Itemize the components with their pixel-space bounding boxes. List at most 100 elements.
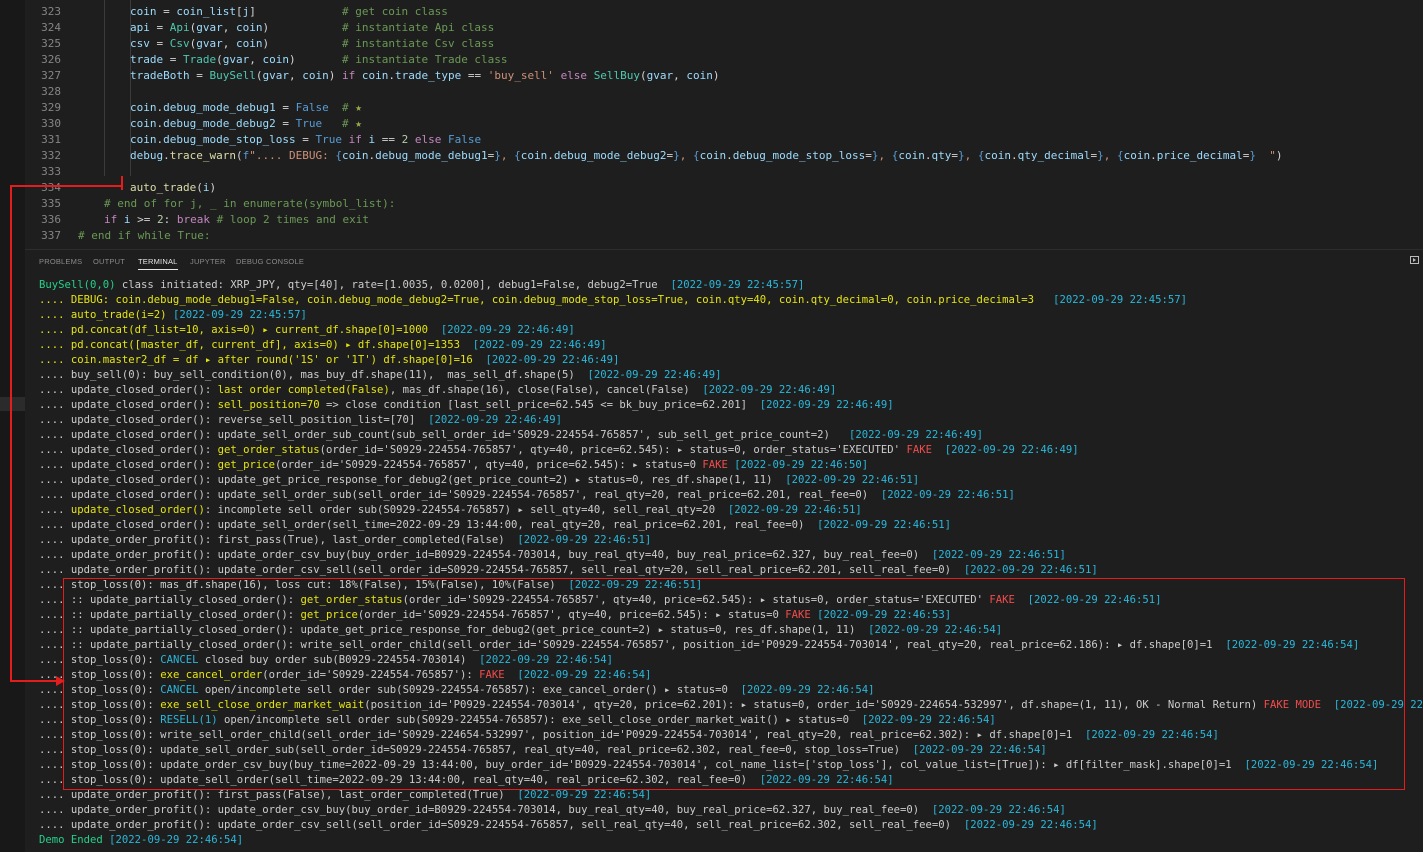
timestamp: [2022-09-29 22:46:49]	[428, 414, 562, 426]
terminal-line: .... :: update_partially_closed_order():…	[39, 593, 1162, 608]
tab-debug-console[interactable]: DEBUG CONSOLE	[236, 257, 304, 266]
annotation-arrow-segment	[10, 185, 123, 187]
terminal-text: class initiated: XRP_JPY, qty=[40], rate…	[121, 279, 671, 291]
terminal-line: .... coin.master2_df = df ▸ after round(…	[39, 353, 619, 368]
line-number: 334	[41, 181, 61, 194]
code-token: 2	[157, 213, 164, 226]
code-text: tradeBoth = BuySell(gvar, coin) if coin.…	[130, 68, 720, 84]
annotation-arrow-segment	[10, 185, 12, 682]
code-token: if	[341, 69, 356, 82]
code-token: coin	[130, 117, 157, 130]
tab-jupyter[interactable]: JUPYTER	[190, 257, 226, 266]
terminal-text: (order_id='S0929-224554-765857'):	[262, 669, 480, 681]
tab-terminal[interactable]: TERMINAL	[138, 257, 178, 270]
timestamp: [2022-09-29 22:46:49]	[587, 369, 722, 381]
timestamp: [2022-09-29 22:46:49]	[472, 339, 607, 351]
code-token: # end if while True:	[78, 229, 211, 242]
line-number: 324	[41, 21, 61, 34]
code-token: }	[957, 149, 965, 162]
terminal-text: RESELL(1)	[160, 714, 218, 726]
terminal-output[interactable]: BuySell(0,0) class initiated: XRP_JPY, q…	[25, 278, 1423, 852]
terminal-text: (position_id='P0929-224554-703014', qty=…	[364, 699, 1264, 711]
code-token: .	[1010, 149, 1018, 162]
terminal-line: .... :: update_partially_closed_order():…	[39, 608, 951, 623]
terminal-text: .... :: update_partially_closed_order():…	[39, 639, 1226, 651]
code-line: 323 coin = coin_list[j] # get coin class	[25, 4, 448, 20]
code-text: coin.debug_mode_debug1 = False # ★	[130, 100, 362, 116]
terminal-text: .... stop_loss(0):	[39, 654, 161, 666]
code-token: coin	[699, 149, 727, 162]
line-number: 329	[41, 101, 61, 114]
arrow-head-icon	[56, 676, 65, 686]
code-token: ,	[1103, 149, 1117, 162]
terminal-line: .... update_closed_order(): reverse_sell…	[39, 413, 562, 428]
code-token: debug_mode_debug1	[375, 149, 488, 162]
terminal-text: .... stop_loss(0): update_sell_order_sub…	[39, 744, 913, 756]
code-token: debug	[130, 149, 164, 162]
timestamp: [2022-09-29 22:46:49]	[759, 399, 894, 411]
code-token: ==	[375, 133, 402, 146]
timestamp: [2022-09-29 22:46:54]	[517, 669, 652, 681]
terminal-text: exe_sell_close_order_market_wait	[160, 699, 365, 711]
code-token: # loop 2 times and exit	[216, 213, 369, 226]
code-token: .	[163, 149, 170, 162]
code-token: BuySell	[209, 69, 256, 82]
code-line: 336 if i >= 2: break # loop 2 times and e…	[25, 212, 369, 228]
code-token: {	[335, 149, 342, 162]
terminal-text: .... update_closed_order():	[39, 459, 218, 471]
code-token: gvar	[646, 69, 674, 82]
code-editor[interactable]: 323 coin = coin_list[j] # get coin class 3…	[25, 0, 1423, 248]
timestamp: [2022-09-29 22:46:51]	[963, 564, 1098, 576]
code-token: (	[196, 181, 203, 194]
code-text: # end if while True:	[78, 228, 210, 244]
terminal-line: .... update_closed_order(): incomplete s…	[39, 503, 862, 518]
code-token: qty_decimal	[1017, 149, 1091, 162]
timestamp: [2022-09-29 22:46:49]	[485, 354, 620, 366]
code-token: False	[447, 133, 482, 146]
code-token: (	[235, 149, 243, 162]
terminal-text: .... :: update_partially_closed_order():	[39, 609, 301, 621]
code-token: else	[414, 133, 442, 146]
code-token: # instantiate Trade class	[341, 53, 508, 66]
code-token: )	[712, 69, 720, 82]
timestamp: [2022-09-29 22:46:51]	[727, 504, 862, 516]
code-token: if	[104, 213, 118, 226]
line-number: 327	[41, 69, 61, 82]
code-token: coin	[686, 69, 713, 82]
terminal-line: .... stop_loss(0): update_order_csv_buy(…	[39, 758, 1378, 773]
code-token: #	[341, 117, 356, 130]
terminal-text: (order_id='S0929-224554-765857', qty=40,…	[319, 444, 907, 456]
timestamp: [2022-09-29 22:46:54]	[1225, 639, 1360, 651]
terminal-text: .... buy_sell(0): buy_sell_condition(0),…	[39, 369, 588, 381]
terminal-text: update_closed_order()	[70, 504, 205, 516]
code-text: coin = coin_list[j] # get coin class	[130, 4, 448, 20]
terminal-text: .... :: update_partially_closed_order():…	[39, 624, 869, 636]
tab-problems[interactable]: PROBLEMS	[39, 257, 82, 266]
timestamp: [2022-09-29 22:46:54]	[479, 654, 614, 666]
terminal-text: get_order_status	[300, 594, 403, 606]
timestamp: [2022-09-29 22:46:51]	[931, 549, 1066, 561]
tab-output[interactable]: OUTPUT	[93, 257, 125, 266]
terminal-line: .... pd.concat(df_list=10, axis=0) ▸ cur…	[39, 323, 575, 338]
code-token: )	[209, 181, 217, 194]
terminal-text: FAKE	[785, 609, 811, 621]
timestamp: [2022-09-29 22:46:51]	[817, 519, 952, 531]
terminal-text: (order_id='S0929-224554-765857', qty=40,…	[357, 609, 786, 621]
code-token: .	[726, 149, 733, 162]
terminal-text: get_order_status	[217, 444, 320, 456]
code-token: trade	[130, 53, 164, 66]
code-token: False	[295, 101, 329, 114]
code-line: 327 tradeBoth = BuySell(gvar, coin) if co…	[25, 68, 719, 84]
timestamp: [2022-09-29 22:46:54]	[912, 744, 1047, 756]
terminal-line: .... update_closed_order(): update_sell_…	[39, 518, 951, 533]
maximize-panel-icon[interactable]	[1410, 256, 1419, 264]
code-token: coin	[341, 149, 369, 162]
code-token: =	[189, 69, 210, 82]
code-token: gvar	[262, 69, 289, 82]
timestamp: [2022-09-29 22:46:50]	[734, 459, 869, 471]
terminal-text: FAKE	[989, 594, 1015, 606]
terminal-text: .... pd.concat([master_df, current_df], …	[39, 339, 473, 351]
